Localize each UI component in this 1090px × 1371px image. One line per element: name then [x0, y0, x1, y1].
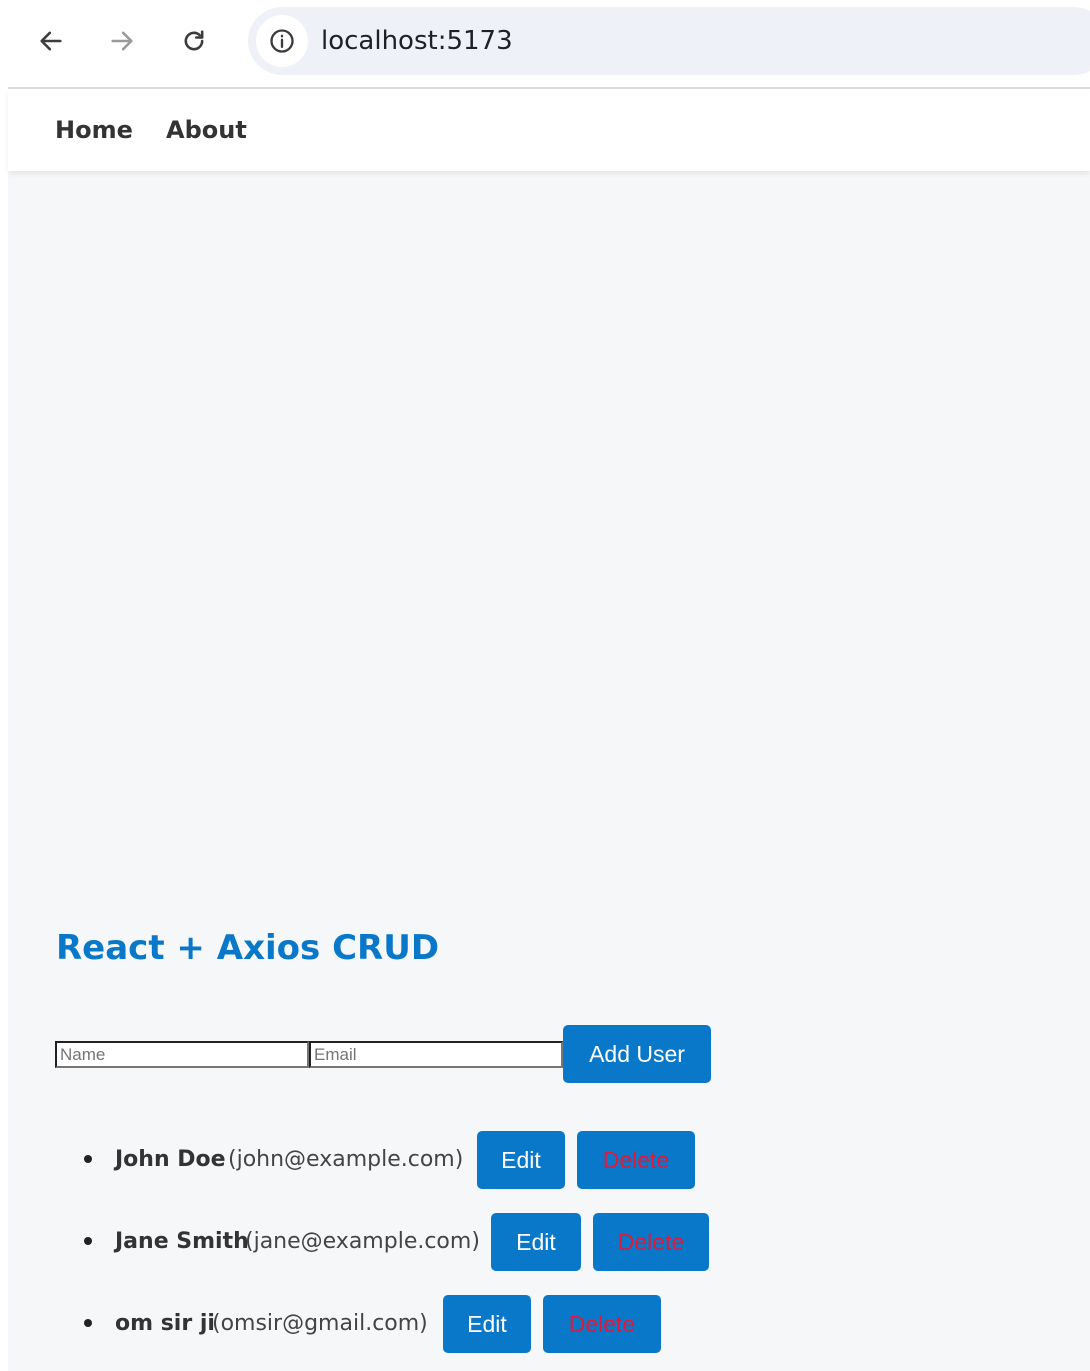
main-content: React + Axios CRUD Add User John Doe (jo… [8, 171, 1090, 1371]
arrow-right-icon [111, 31, 133, 51]
nav-link-home[interactable]: Home [55, 116, 133, 144]
reload-icon [184, 30, 204, 51]
forward-button[interactable] [99, 18, 145, 64]
name-input[interactable] [55, 1041, 309, 1068]
delete-button[interactable]: Delete [543, 1295, 661, 1353]
app-navbar: Home About [8, 89, 1090, 171]
back-button[interactable] [28, 18, 74, 64]
page-title: React + Axios CRUD [56, 928, 440, 968]
list-bullet [84, 1237, 92, 1245]
reload-button[interactable] [171, 18, 217, 64]
add-user-button[interactable]: Add User [563, 1025, 711, 1083]
list-bullet [84, 1319, 92, 1327]
user-email: (jane@example.com) [245, 1229, 480, 1254]
site-info-button[interactable] [256, 15, 308, 67]
delete-button[interactable]: Delete [593, 1213, 709, 1271]
browser-toolbar: localhost:5173 [0, 0, 1090, 88]
user-email: (john@example.com) [228, 1147, 464, 1172]
edit-button[interactable]: Edit [491, 1213, 581, 1271]
list-bullet [84, 1155, 92, 1163]
user-list-item: John Doe (john@example.com) Edit Delete [8, 1131, 908, 1189]
url-text[interactable]: localhost:5173 [321, 26, 513, 56]
address-bar[interactable]: localhost:5173 [248, 7, 1090, 75]
user-name: Jane Smith [115, 1229, 249, 1254]
user-list-item: om sir ji (omsir@gmail.com) Edit Delete [8, 1295, 908, 1353]
nav-link-about[interactable]: About [166, 116, 247, 144]
user-list-item: Jane Smith (jane@example.com) Edit Delet… [8, 1213, 908, 1271]
email-input[interactable] [309, 1041, 563, 1068]
edit-button[interactable]: Edit [443, 1295, 531, 1353]
delete-button[interactable]: Delete [577, 1131, 695, 1189]
info-icon [270, 29, 294, 53]
edit-button[interactable]: Edit [477, 1131, 565, 1189]
user-email: (omsir@gmail.com) [212, 1311, 428, 1336]
arrow-left-icon [40, 31, 62, 51]
user-name: John Doe [115, 1147, 226, 1172]
user-name: om sir ji [115, 1311, 215, 1336]
